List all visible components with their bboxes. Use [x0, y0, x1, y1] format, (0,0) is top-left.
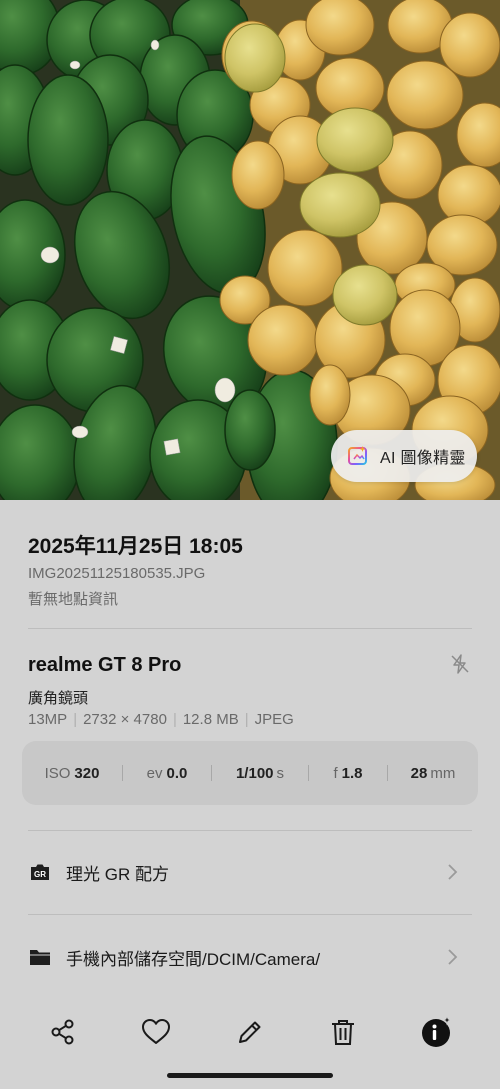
file-size: 12.8 MB — [182, 711, 239, 728]
exif-ev: ev 0.0 — [123, 765, 211, 782]
exif-label: ev — [146, 764, 163, 782]
info-sparkle-icon — [422, 1015, 453, 1047]
file-name: IMG20251125180535.JPG — [28, 565, 206, 582]
exif-value: 0.0 — [166, 764, 188, 782]
exif-value: 28 — [410, 764, 428, 782]
gr-icon: GR — [31, 864, 49, 880]
exif-iso: ISO 320 — [22, 765, 122, 782]
edit-button[interactable] — [233, 1015, 267, 1049]
share-button[interactable] — [46, 1015, 80, 1049]
exif-focal-length: 28 mm — [388, 765, 478, 782]
folder-icon — [30, 950, 50, 965]
exif-value: 320 — [74, 764, 100, 782]
home-indicator[interactable] — [167, 1073, 333, 1078]
delete-button[interactable] — [326, 1015, 360, 1049]
flash-off-icon — [451, 654, 469, 674]
gr-recipe-row[interactable]: GR 理光 GR 配方 — [28, 852, 472, 892]
divider — [28, 830, 472, 831]
resolution-megapixels: 13MP — [28, 711, 68, 728]
exif-bar: ISO 320 ev 0.0 1/100 s f 1.8 28 mm — [22, 741, 478, 805]
favorite-button[interactable] — [139, 1015, 173, 1049]
ai-button-label: AI 圖像精靈 — [380, 450, 466, 467]
exif-shutter: 1/100 s — [212, 765, 308, 782]
device-name: realme GT 8 Pro — [28, 654, 182, 676]
storage-path-row[interactable]: 手機內部儲存空間/DCIM/Camera/ — [28, 937, 472, 977]
exif-unit: mm — [430, 764, 456, 782]
ai-sparkle-icon — [348, 446, 367, 465]
image-specs: 13MP | 2732 × 4780 | 12.8 MB | JPEG — [28, 711, 294, 728]
pencil-icon — [239, 1021, 261, 1043]
exif-value: 1.8 — [341, 764, 363, 782]
info-button[interactable] — [420, 1015, 454, 1049]
exif-aperture: f 1.8 — [309, 765, 387, 782]
chevron-right-icon — [448, 949, 458, 965]
exif-value: 1/100 — [235, 764, 274, 782]
ai-image-assistant-button[interactable]: AI 圖像精靈 — [331, 430, 477, 482]
capture-datetime: 2025年11月25日 18:05 — [28, 535, 243, 558]
bottom-toolbar — [0, 993, 500, 1089]
heart-icon — [142, 1019, 170, 1044]
location-info: 暫無地點資訊 — [28, 591, 119, 608]
chevron-right-icon — [448, 864, 458, 880]
photo-info-panel: 2025年11月25日 18:05 IMG20251125180535.JPG … — [0, 500, 500, 993]
spec-separator: | — [73, 711, 78, 728]
spec-separator: | — [244, 711, 249, 728]
svg-text:GR: GR — [34, 870, 46, 879]
exif-label: f — [333, 764, 338, 782]
photo-preview[interactable]: AI 圖像精靈 — [0, 0, 500, 500]
divider — [28, 914, 472, 915]
share-icon — [51, 1019, 74, 1045]
trash-icon — [332, 1020, 354, 1045]
lens-type: 廣角鏡頭 — [28, 690, 89, 707]
spec-separator: | — [172, 711, 177, 728]
gr-recipe-label: 理光 GR 配方 — [66, 864, 169, 884]
divider — [28, 628, 472, 629]
fruit-photo — [0, 0, 500, 500]
storage-path-label: 手機內部儲存空間/DCIM/Camera/ — [66, 949, 321, 969]
file-format: JPEG — [254, 711, 294, 728]
dimensions: 2732 × 4780 — [83, 711, 167, 728]
exif-label: ISO — [44, 764, 71, 782]
exif-unit: s — [276, 764, 285, 782]
